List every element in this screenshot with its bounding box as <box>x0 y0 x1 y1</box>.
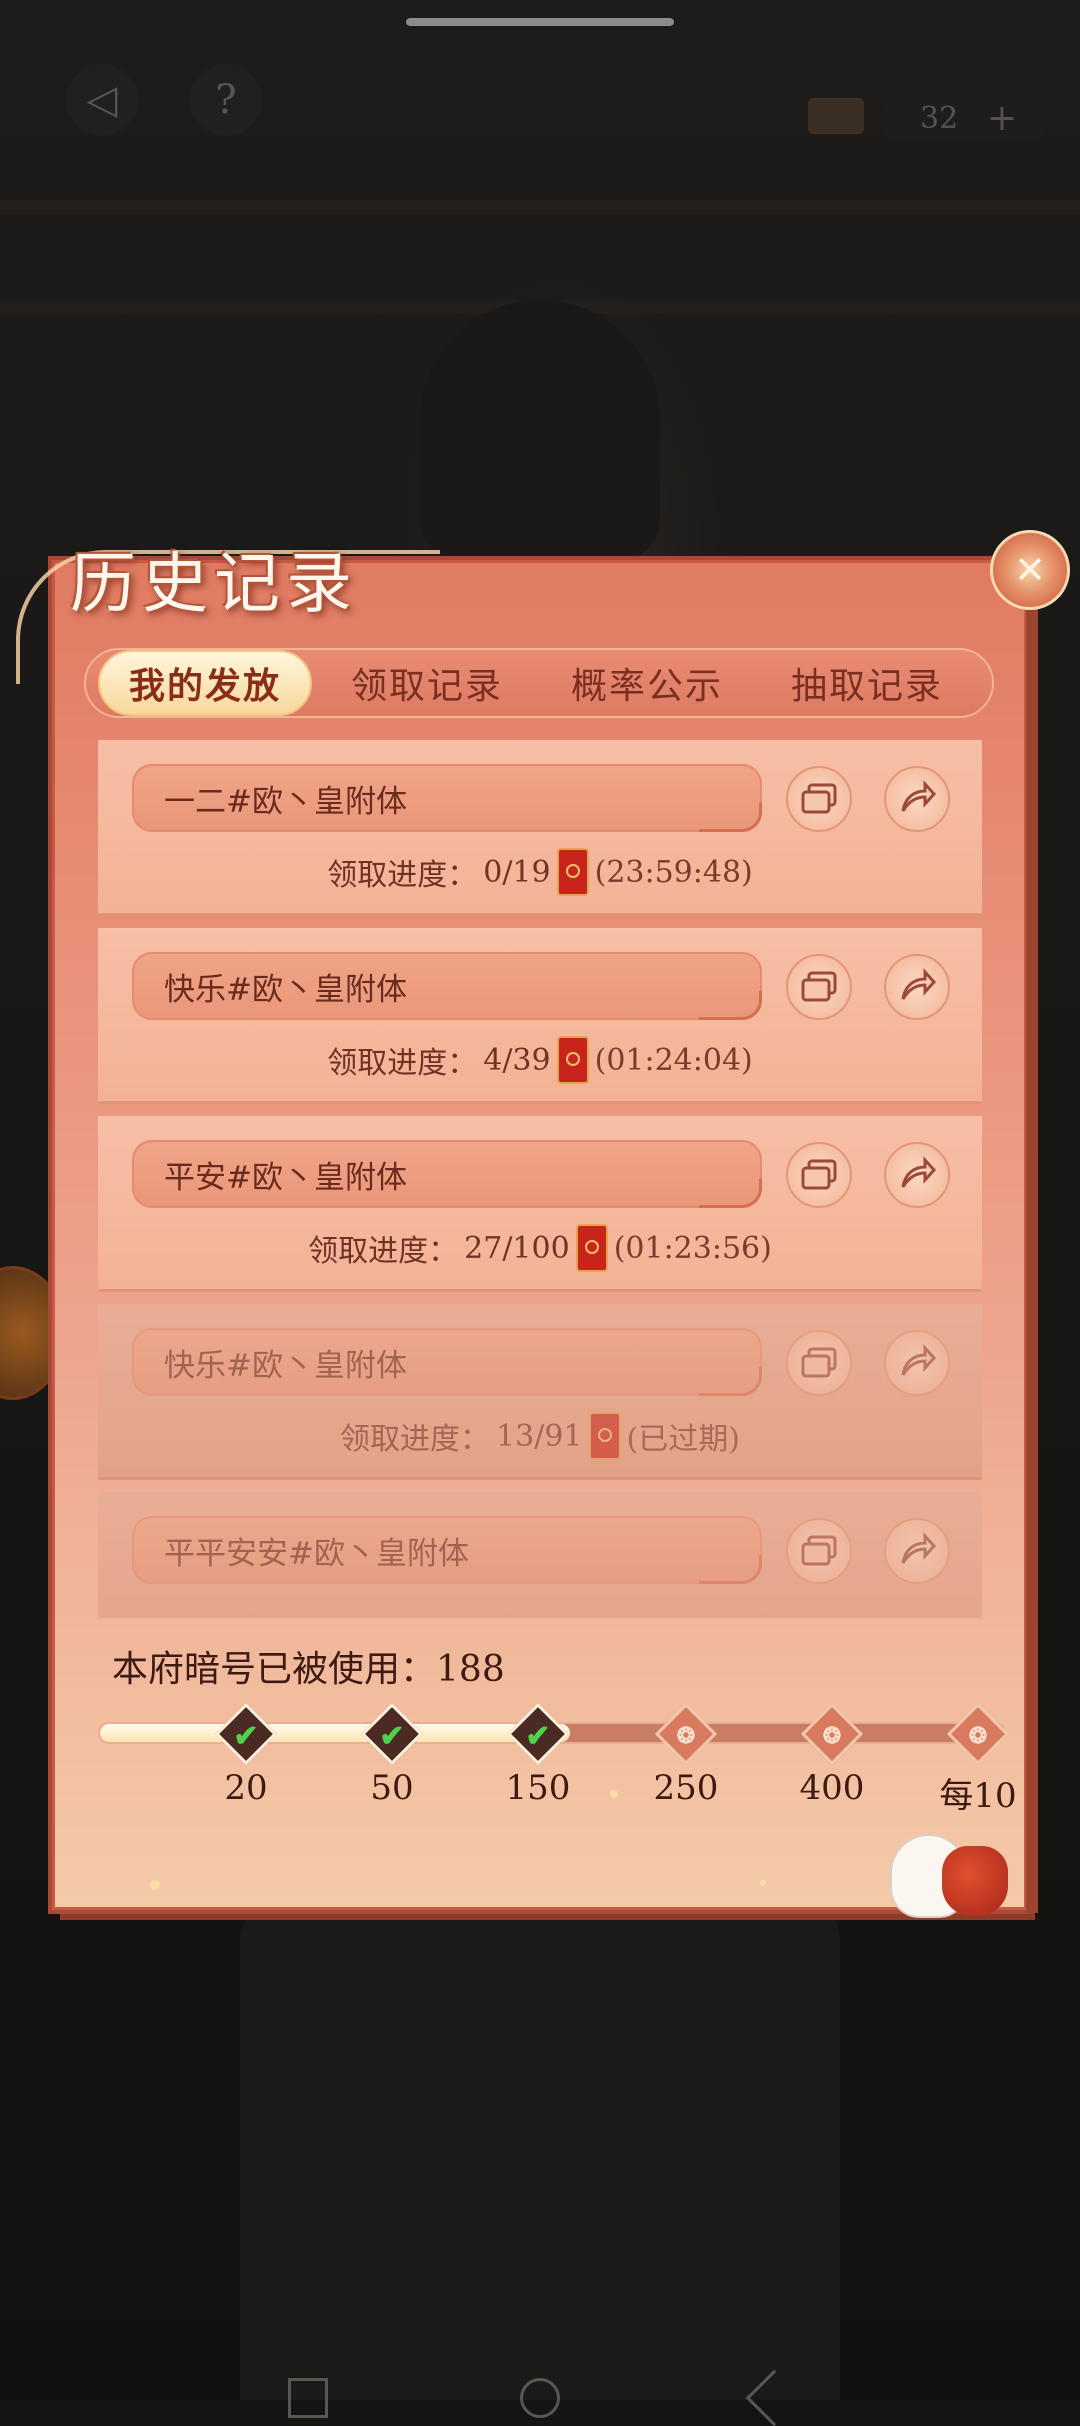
progress-value: 4/39 <box>483 1042 551 1078</box>
tab-claim-records[interactable]: 领取记录 <box>322 650 532 716</box>
tab-my-distribution[interactable]: 我的发放 <box>98 650 312 716</box>
share-button[interactable] <box>884 766 950 832</box>
usage-count: 188 <box>436 1649 505 1690</box>
record-name: 一二#欧丶皇附体 <box>132 764 762 832</box>
countdown: (01:23:56) <box>613 1230 772 1266</box>
tab-draw-records[interactable]: 抽取记录 <box>762 650 972 716</box>
claim-progress: 领取进度： 13/91 (已过期) <box>98 1410 982 1462</box>
background-robe <box>240 1900 840 2400</box>
close-icon: ✕ <box>1014 548 1046 592</box>
background-figure <box>420 300 660 560</box>
copy-icon <box>801 1535 837 1566</box>
milestone-label: 250 <box>653 1768 719 1808</box>
record-card-expired: 平平安安#欧丶皇附体 <box>98 1492 982 1618</box>
share-icon <box>901 780 937 812</box>
panel-title: 历史记录 <box>70 545 358 622</box>
share-button[interactable] <box>884 954 950 1020</box>
red-envelope-icon <box>556 848 589 896</box>
tab-probability[interactable]: 概率公示 <box>542 650 752 716</box>
progress-label: 领取进度： <box>340 1422 491 1457</box>
record-name: 平平安安#欧丶皇附体 <box>132 1516 762 1584</box>
progress-label: 领取进度： <box>327 1046 478 1081</box>
copy-icon <box>801 1159 837 1190</box>
countdown: (01:24:04) <box>594 1042 753 1078</box>
sparkle <box>610 1790 618 1798</box>
copy-button[interactable] <box>786 1518 852 1584</box>
help-icon: ? <box>215 77 237 123</box>
record-card: 平安#欧丶皇附体 领取进度： 27/100 (01:23:56) <box>98 1116 982 1292</box>
checkmark-icon: ✔ <box>525 1718 551 1754</box>
back-icon: ◁ <box>86 77 118 123</box>
share-icon <box>901 1532 937 1564</box>
reward-icon: ❂ <box>822 1723 842 1749</box>
back-nav-icon[interactable] <box>745 2369 803 2426</box>
background-beam <box>0 200 1080 214</box>
sparkle <box>150 1880 160 1890</box>
usage-progress-fill <box>100 1724 571 1742</box>
progress-value: 13/91 <box>496 1418 583 1454</box>
status-indicator <box>406 18 674 26</box>
usage-label: 本府暗号已被使用： <box>112 1649 437 1690</box>
copy-icon <box>801 783 837 814</box>
help-button[interactable]: ? <box>190 64 262 136</box>
share-icon <box>901 1156 937 1188</box>
record-card-expired: 快乐#欧丶皇附体 领取进度： 13/91 (已过期) <box>98 1304 982 1480</box>
share-icon <box>901 1344 937 1376</box>
record-name: 平安#欧丶皇附体 <box>132 1140 762 1208</box>
panel-edge <box>1026 573 1038 1913</box>
share-button[interactable] <box>884 1518 950 1584</box>
lucky-bag-icon <box>942 1846 1008 1916</box>
expired-status: (已过期) <box>626 1422 740 1457</box>
red-envelope-icon <box>575 1224 608 1272</box>
claim-progress: 领取进度： 0/19 (23:59:48) <box>98 846 982 898</box>
checkmark-icon: ✔ <box>233 1718 259 1754</box>
claim-progress: 领取进度： 27/100 (01:23:56) <box>98 1222 982 1274</box>
reward-icon: ❂ <box>968 1723 988 1749</box>
milestone-label: 50 <box>370 1768 414 1808</box>
share-button[interactable] <box>884 1142 950 1208</box>
milestone-label: 20 <box>224 1768 268 1808</box>
system-nav-bar <box>0 2360 1080 2426</box>
progress-label: 领取进度： <box>327 858 478 893</box>
progress-value: 0/19 <box>483 854 551 890</box>
copy-button[interactable] <box>786 766 852 832</box>
chest-icon <box>808 98 864 134</box>
copy-icon <box>801 1347 837 1378</box>
record-list[interactable]: 一二#欧丶皇附体 领取进度： 0/19 (23:59:48) 快乐#欧丶皇附体 领… <box>98 740 982 1618</box>
record-name: 快乐#欧丶皇附体 <box>132 1328 762 1396</box>
claim-progress: 领取进度： 4/39 (01:24:04) <box>98 1034 982 1086</box>
record-name: 快乐#欧丶皇附体 <box>132 952 762 1020</box>
copy-button[interactable] <box>786 1142 852 1208</box>
countdown: (23:59:48) <box>594 854 753 890</box>
plus-icon[interactable]: + <box>978 94 1026 142</box>
sparkle <box>760 1880 766 1886</box>
copy-icon <box>801 971 837 1002</box>
red-envelope-icon <box>588 1412 621 1460</box>
share-button[interactable] <box>884 1330 950 1396</box>
milestone-label: 400 <box>799 1768 865 1808</box>
milestone-label: 每10 <box>939 1776 1017 1816</box>
currency-counter: 32 + <box>880 94 1050 142</box>
close-button[interactable]: ✕ <box>990 530 1070 610</box>
home-icon[interactable] <box>520 2378 560 2418</box>
share-icon <box>901 968 937 1000</box>
record-card: 快乐#欧丶皇附体 领取进度： 4/39 (01:24:04) <box>98 928 982 1104</box>
recent-apps-icon[interactable] <box>288 2378 328 2418</box>
currency-count: 32 <box>920 100 959 136</box>
record-card: 一二#欧丶皇附体 领取进度： 0/19 (23:59:48) <box>98 740 982 916</box>
checkmark-icon: ✔ <box>379 1718 405 1754</box>
milestone-label: 150 <box>505 1768 571 1808</box>
red-envelope-icon <box>556 1036 589 1084</box>
back-button[interactable]: ◁ <box>66 64 138 136</box>
copy-button[interactable] <box>786 954 852 1020</box>
progress-label: 领取进度： <box>308 1234 459 1269</box>
usage-text: 本府暗号已被使用：188 <box>112 1640 505 1692</box>
copy-button[interactable] <box>786 1330 852 1396</box>
reward-icon: ❂ <box>676 1723 696 1749</box>
tab-bar: 我的发放 领取记录 概率公示 抽取记录 <box>84 648 994 718</box>
progress-value: 27/100 <box>464 1230 570 1266</box>
